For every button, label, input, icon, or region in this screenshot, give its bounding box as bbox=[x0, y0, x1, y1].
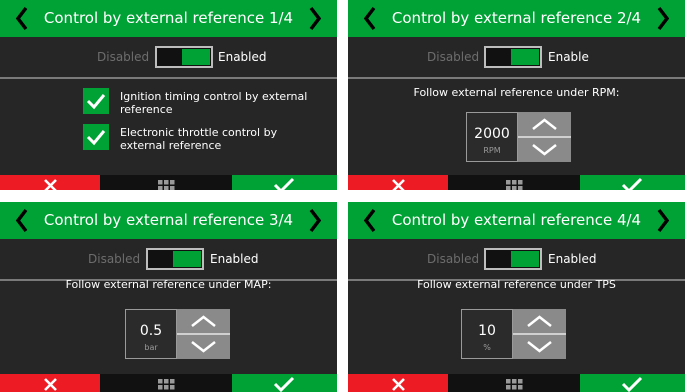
page-title: Control by external reference 4/4 bbox=[391, 211, 642, 229]
check-icon bbox=[273, 177, 295, 190]
header-bar: Control by external reference 2/4 bbox=[348, 0, 685, 37]
chevron-down-icon bbox=[532, 144, 557, 156]
increase-button[interactable] bbox=[513, 309, 566, 333]
value-field[interactable]: 10 % bbox=[461, 309, 513, 359]
cancel-button[interactable] bbox=[0, 175, 100, 190]
enable-toggle[interactable] bbox=[146, 248, 204, 270]
toggle-row: Disabled Enable bbox=[348, 37, 685, 77]
close-icon bbox=[392, 179, 405, 190]
stepper-caption: Follow external reference under MAP: bbox=[65, 278, 272, 291]
increase-button[interactable] bbox=[518, 112, 571, 136]
updown-buttons bbox=[177, 309, 230, 359]
enable-toggle[interactable] bbox=[484, 248, 542, 270]
decrease-button[interactable] bbox=[518, 138, 571, 162]
toggle-off-label: Disabled bbox=[427, 50, 480, 64]
chevron-right-icon[interactable] bbox=[307, 6, 323, 31]
chevron-right-icon[interactable] bbox=[655, 208, 671, 233]
toggle-row: Disabled Enabled bbox=[0, 239, 337, 279]
check-icon bbox=[621, 177, 643, 190]
checkbox-label: Electronic throttle control by external … bbox=[120, 126, 278, 152]
toggle-knob bbox=[182, 49, 210, 65]
enable-toggle[interactable] bbox=[155, 46, 213, 68]
value-field[interactable]: 2000 RPM bbox=[466, 112, 518, 162]
checkbox-checked[interactable] bbox=[83, 88, 109, 114]
value-field[interactable]: 0.5 bar bbox=[125, 309, 177, 359]
confirm-button[interactable] bbox=[232, 175, 337, 190]
confirm-button[interactable] bbox=[580, 374, 685, 392]
divider bbox=[0, 77, 337, 79]
chevron-up-icon bbox=[191, 315, 216, 327]
page-title: Control by external reference 3/4 bbox=[43, 211, 294, 229]
toggle-off-label: Disabled bbox=[97, 50, 150, 64]
enable-toggle[interactable] bbox=[484, 46, 542, 68]
chevron-right-icon[interactable] bbox=[655, 6, 671, 31]
panel-3: Control by external reference 3/4 Disabl… bbox=[0, 202, 337, 392]
checkbox-checked[interactable] bbox=[83, 124, 109, 150]
toggle-on-label: Enabled bbox=[210, 252, 259, 266]
toggle-off-label: Disabled bbox=[88, 252, 141, 266]
value-text: 10 bbox=[478, 323, 496, 339]
cancel-button[interactable] bbox=[0, 374, 100, 392]
stepper-caption: Follow external reference under RPM: bbox=[413, 86, 620, 99]
toggle-row: Disabled Enabled bbox=[348, 239, 685, 279]
toggle-on-label: Enable bbox=[548, 50, 589, 64]
chevron-up-icon bbox=[527, 315, 552, 327]
cancel-button[interactable] bbox=[348, 374, 448, 392]
updown-buttons bbox=[518, 112, 571, 162]
footer-bar bbox=[0, 175, 337, 190]
toggle-row: Disabled Enabled bbox=[0, 37, 337, 77]
updown-buttons bbox=[513, 309, 566, 359]
chevron-right-icon[interactable] bbox=[307, 208, 323, 233]
unit-text: % bbox=[483, 343, 491, 352]
grid-menu-icon bbox=[158, 379, 175, 390]
panel-2: Control by external reference 2/4 Disabl… bbox=[348, 0, 685, 190]
toggle-knob bbox=[173, 251, 201, 267]
footer-bar bbox=[0, 374, 337, 392]
panel-4: Control by external reference 4/4 Disabl… bbox=[348, 202, 685, 392]
toggle-knob bbox=[511, 251, 539, 267]
menu-button[interactable] bbox=[100, 175, 232, 190]
confirm-button[interactable] bbox=[580, 175, 685, 190]
close-icon bbox=[44, 179, 57, 190]
header-bar: Control by external reference 4/4 bbox=[348, 202, 685, 239]
decrease-button[interactable] bbox=[513, 335, 566, 359]
toggle-on-label: Enabled bbox=[218, 50, 267, 64]
checkbox-label: Ignition timing control by external refe… bbox=[120, 90, 308, 116]
grid-menu-icon bbox=[158, 180, 175, 190]
chevron-up-icon bbox=[532, 118, 557, 130]
confirm-button[interactable] bbox=[232, 374, 337, 392]
menu-button[interactable] bbox=[448, 374, 580, 392]
header-bar: Control by external reference 3/4 bbox=[0, 202, 337, 239]
unit-text: RPM bbox=[483, 146, 501, 155]
cancel-button[interactable] bbox=[348, 175, 448, 190]
chevron-down-icon bbox=[191, 341, 216, 353]
check-icon bbox=[86, 94, 106, 110]
menu-button[interactable] bbox=[100, 374, 232, 392]
grid-menu-icon bbox=[506, 180, 523, 190]
increase-button[interactable] bbox=[177, 309, 230, 333]
value-text: 0.5 bbox=[139, 323, 163, 339]
panel-1: Control by external reference 1/4 Disabl… bbox=[0, 0, 337, 190]
menu-button[interactable] bbox=[448, 175, 580, 190]
page-title: Control by external reference 1/4 bbox=[43, 9, 294, 27]
footer-bar bbox=[348, 374, 685, 392]
check-icon bbox=[86, 130, 106, 146]
chevron-down-icon bbox=[527, 341, 552, 353]
footer-bar bbox=[348, 175, 685, 190]
divider bbox=[348, 77, 685, 79]
page-title: Control by external reference 2/4 bbox=[391, 9, 642, 27]
grid-menu-icon bbox=[506, 379, 523, 390]
toggle-on-label: Enabled bbox=[548, 252, 597, 266]
toggle-off-label: Disabled bbox=[427, 252, 480, 266]
value-text: 2000 bbox=[474, 126, 510, 142]
header-bar: Control by external reference 1/4 bbox=[0, 0, 337, 37]
stepper-caption: Follow external reference under TPS bbox=[417, 278, 616, 291]
decrease-button[interactable] bbox=[177, 335, 230, 359]
toggle-knob bbox=[511, 49, 539, 65]
unit-text: bar bbox=[144, 343, 158, 352]
